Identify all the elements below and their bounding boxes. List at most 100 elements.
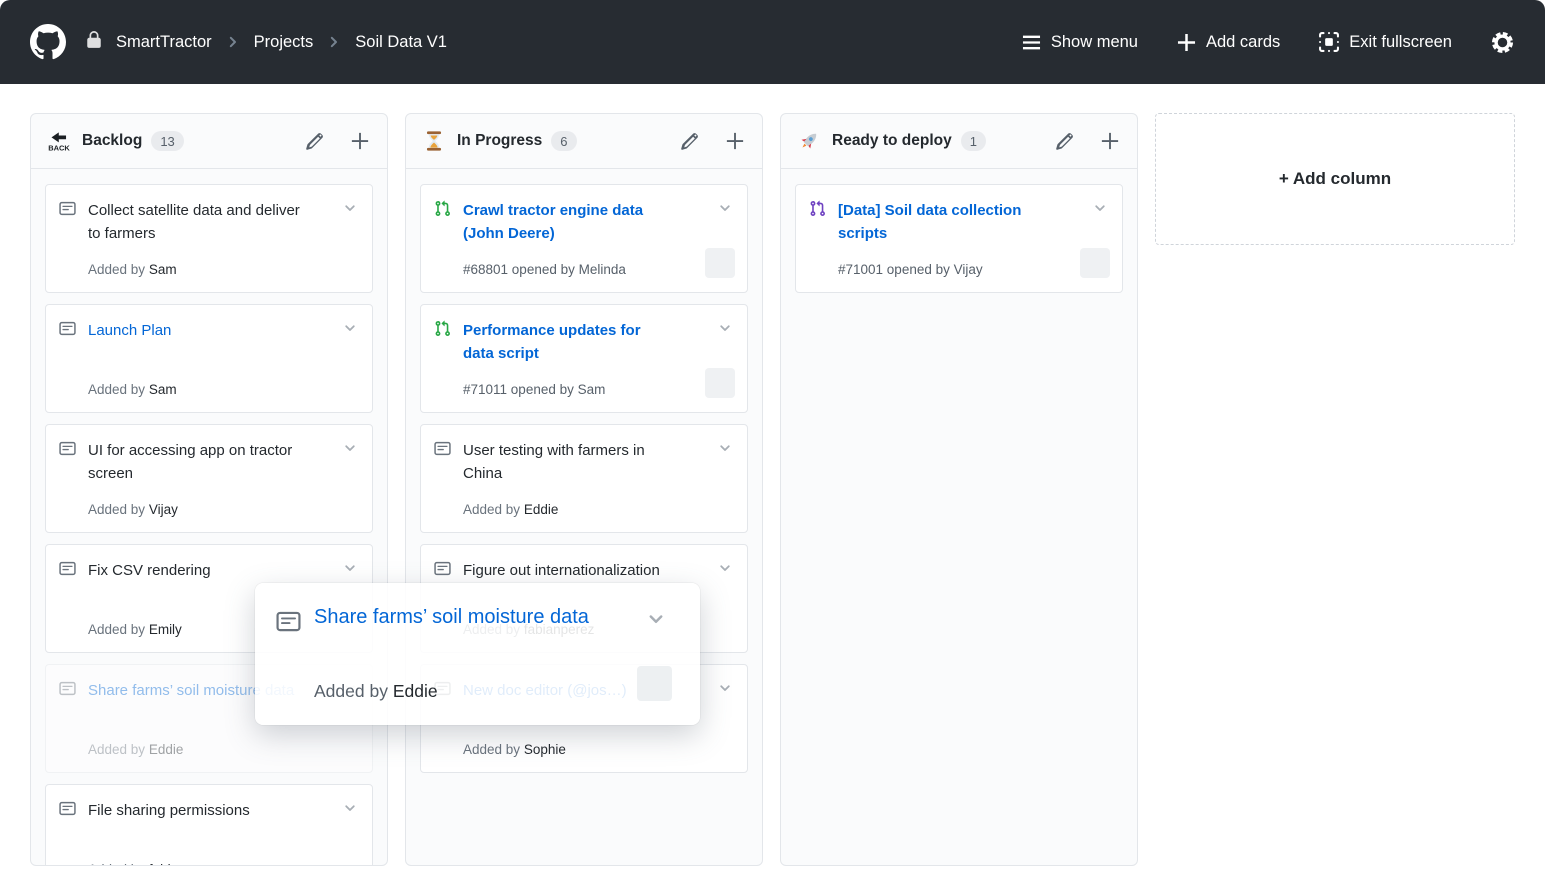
avatar-placeholder <box>1080 248 1110 278</box>
plus-icon <box>1176 32 1197 53</box>
avatar-placeholder <box>637 666 672 701</box>
project-card[interactable]: Launch PlanAdded by Sam <box>45 304 373 413</box>
breadcrumb: SmartTractor Projects Soil Data V1 <box>30 24 447 60</box>
board-column: BACKBacklog13 Collect satellite data and … <box>30 113 388 866</box>
add-card-button[interactable] <box>725 131 745 151</box>
card-meta: Added by Eddie <box>88 742 183 757</box>
card-meta-prefix: Added by <box>88 502 145 517</box>
card-title: File sharing permissions <box>88 799 306 822</box>
card-title: UI for accessing app on tractor screen <box>88 439 306 486</box>
add-cards-button[interactable]: Add cards <box>1176 32 1280 53</box>
project-card[interactable]: [Data] Soil data collection scripts #7100… <box>795 184 1123 293</box>
column-title: Backlog <box>82 132 142 150</box>
card-meta-prefix: Added by <box>88 862 145 866</box>
card-title-link[interactable]: Crawl tractor engine data (John Deere) <box>463 199 668 246</box>
card-title: User testing with farmers in China <box>463 439 681 486</box>
header-actions: Show menu Add cards <box>1021 30 1515 55</box>
chevron-down-icon[interactable] <box>717 200 733 216</box>
card-meta-prefix: Added by <box>88 262 145 277</box>
pull-request-icon <box>809 200 826 217</box>
card-meta-prefix: Added by <box>88 382 145 397</box>
card-meta-name: Vijay <box>149 502 178 517</box>
card-meta: Added by Sam <box>88 262 177 277</box>
edit-column-button[interactable] <box>1055 132 1074 151</box>
chevron-down-icon[interactable] <box>717 680 733 696</box>
note-icon <box>59 320 76 337</box>
card-meta-name: Sam <box>578 382 606 397</box>
settings-gear-button[interactable] <box>1490 30 1515 55</box>
card-meta-name: Eddie <box>524 502 559 517</box>
card-meta-name: Emily <box>149 622 182 637</box>
card-meta: Added by Sophie <box>463 742 566 757</box>
column-count-badge: 6 <box>551 131 576 151</box>
card-title-link[interactable]: Launch Plan <box>88 319 306 342</box>
add-card-button[interactable] <box>350 131 370 151</box>
project-card[interactable]: File sharing permissionsAdded by fabianp… <box>45 784 373 866</box>
show-menu-button[interactable]: Show menu <box>1021 32 1138 53</box>
card-meta-prefix: Added by <box>88 742 145 757</box>
chevron-down-icon[interactable] <box>342 200 358 216</box>
board-column: In Progress6Crawl tractor engine data (J… <box>405 113 763 866</box>
top-header: SmartTractor Projects Soil Data V1 Show … <box>0 0 1545 84</box>
project-card[interactable]: Crawl tractor engine data (John Deere)#6… <box>420 184 748 293</box>
chevron-down-icon[interactable] <box>717 560 733 576</box>
chevron-down-icon[interactable] <box>342 440 358 456</box>
card-title: Figure out internationalization <box>463 559 681 582</box>
chevron-down-icon[interactable] <box>717 320 733 336</box>
column-cards: [Data] Soil data collection scripts #7100… <box>781 169 1137 319</box>
add-card-button[interactable] <box>1100 131 1120 151</box>
note-icon <box>59 800 76 817</box>
card-meta-prefix: Added by <box>463 502 520 517</box>
card-meta-prefix: Added by <box>314 681 388 701</box>
column-actions <box>680 131 745 151</box>
card-meta: Added by Emily <box>88 622 182 637</box>
chevron-down-icon[interactable] <box>342 800 358 816</box>
breadcrumb-repo-link[interactable]: SmartTractor <box>116 33 212 52</box>
github-logo-icon[interactable] <box>30 24 66 60</box>
edit-column-button[interactable] <box>305 132 324 151</box>
card-title-link[interactable]: Performance updates for data script <box>463 319 668 366</box>
column-count-badge: 1 <box>961 131 986 151</box>
show-menu-label: Show menu <box>1051 33 1138 52</box>
chevron-down-icon[interactable] <box>1092 200 1108 216</box>
add-cards-label: Add cards <box>1206 33 1280 52</box>
hamburger-icon <box>1021 32 1042 53</box>
add-column-button[interactable]: + Add column <box>1155 113 1515 245</box>
board-column: Ready to deploy1 [Data] Soil data collect… <box>780 113 1138 866</box>
avatar-placeholder <box>705 368 735 398</box>
chevron-down-icon[interactable] <box>342 560 358 576</box>
column-header: Ready to deploy1 <box>781 114 1137 169</box>
edit-column-button[interactable] <box>680 132 699 151</box>
note-icon <box>276 609 301 634</box>
dragged-card[interactable]: Share farms’ soil moisture data Added by… <box>255 583 700 725</box>
gear-icon <box>1490 30 1515 55</box>
card-meta: Added by Eddie <box>314 681 438 702</box>
lock-icon <box>85 31 103 54</box>
project-card[interactable]: UI for accessing app on tractor screen Ad… <box>45 424 373 533</box>
exit-fullscreen-label: Exit fullscreen <box>1349 33 1452 52</box>
card-title-link[interactable]: Share farms’ soil moisture data <box>314 602 599 632</box>
card-title: Fix CSV rendering <box>88 559 306 582</box>
breadcrumb-project-name: Soil Data V1 <box>355 33 447 52</box>
exit-fullscreen-button[interactable]: Exit fullscreen <box>1318 31 1452 53</box>
card-meta: #71001 opened by Vijay <box>838 262 983 277</box>
project-card[interactable]: Performance updates for data script#7101… <box>420 304 748 413</box>
note-icon <box>59 680 76 697</box>
project-card[interactable]: Collect satellite data and deliver to fa… <box>45 184 373 293</box>
hourglass-emoji-icon <box>423 130 445 152</box>
chevron-down-icon[interactable] <box>342 320 358 336</box>
avatar-placeholder <box>705 248 735 278</box>
add-column-label: + Add column <box>1279 169 1391 189</box>
card-meta-name: Sophie <box>524 742 566 757</box>
note-icon <box>59 200 76 217</box>
card-title-link[interactable]: [Data] Soil data collection scripts <box>838 199 1043 246</box>
breadcrumb-projects-link[interactable]: Projects <box>254 33 314 52</box>
chevron-down-icon[interactable] <box>717 440 733 456</box>
chevron-right-icon <box>326 34 342 50</box>
project-card[interactable]: User testing with farmers in China Added … <box>420 424 748 533</box>
card-meta-name: Vijay <box>954 262 983 277</box>
app-window: SmartTractor Projects Soil Data V1 Show … <box>0 0 1545 870</box>
chevron-down-icon[interactable] <box>645 608 667 630</box>
column-header: BACKBacklog13 <box>31 114 387 169</box>
rocket-emoji-icon <box>798 130 820 152</box>
